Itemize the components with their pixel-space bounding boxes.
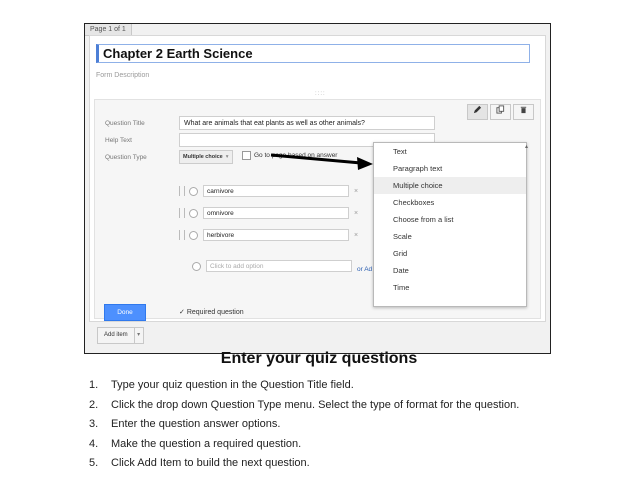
step-number: 5. bbox=[89, 457, 99, 469]
caption-heading: Enter your quiz questions bbox=[220, 350, 418, 367]
step-text: Click the drop down Question Type menu. … bbox=[111, 398, 520, 411]
step-number: 2. bbox=[89, 398, 99, 411]
pointer-arrow bbox=[270, 153, 373, 170]
step-text: Click Add Item to build the next questio… bbox=[111, 457, 310, 469]
step-text: Type your quiz question in the Question … bbox=[111, 379, 354, 391]
step-number: 4. bbox=[89, 437, 99, 450]
step-text: Make the question a required question. bbox=[111, 437, 302, 450]
step-number: 3. bbox=[89, 418, 99, 430]
step-number: 1. bbox=[89, 379, 99, 391]
form-editor-screenshot: Page 1 of 1 Chapter 2 Earth Science Form… bbox=[84, 23, 551, 354]
step-text: Enter the question answer options. bbox=[111, 418, 281, 430]
